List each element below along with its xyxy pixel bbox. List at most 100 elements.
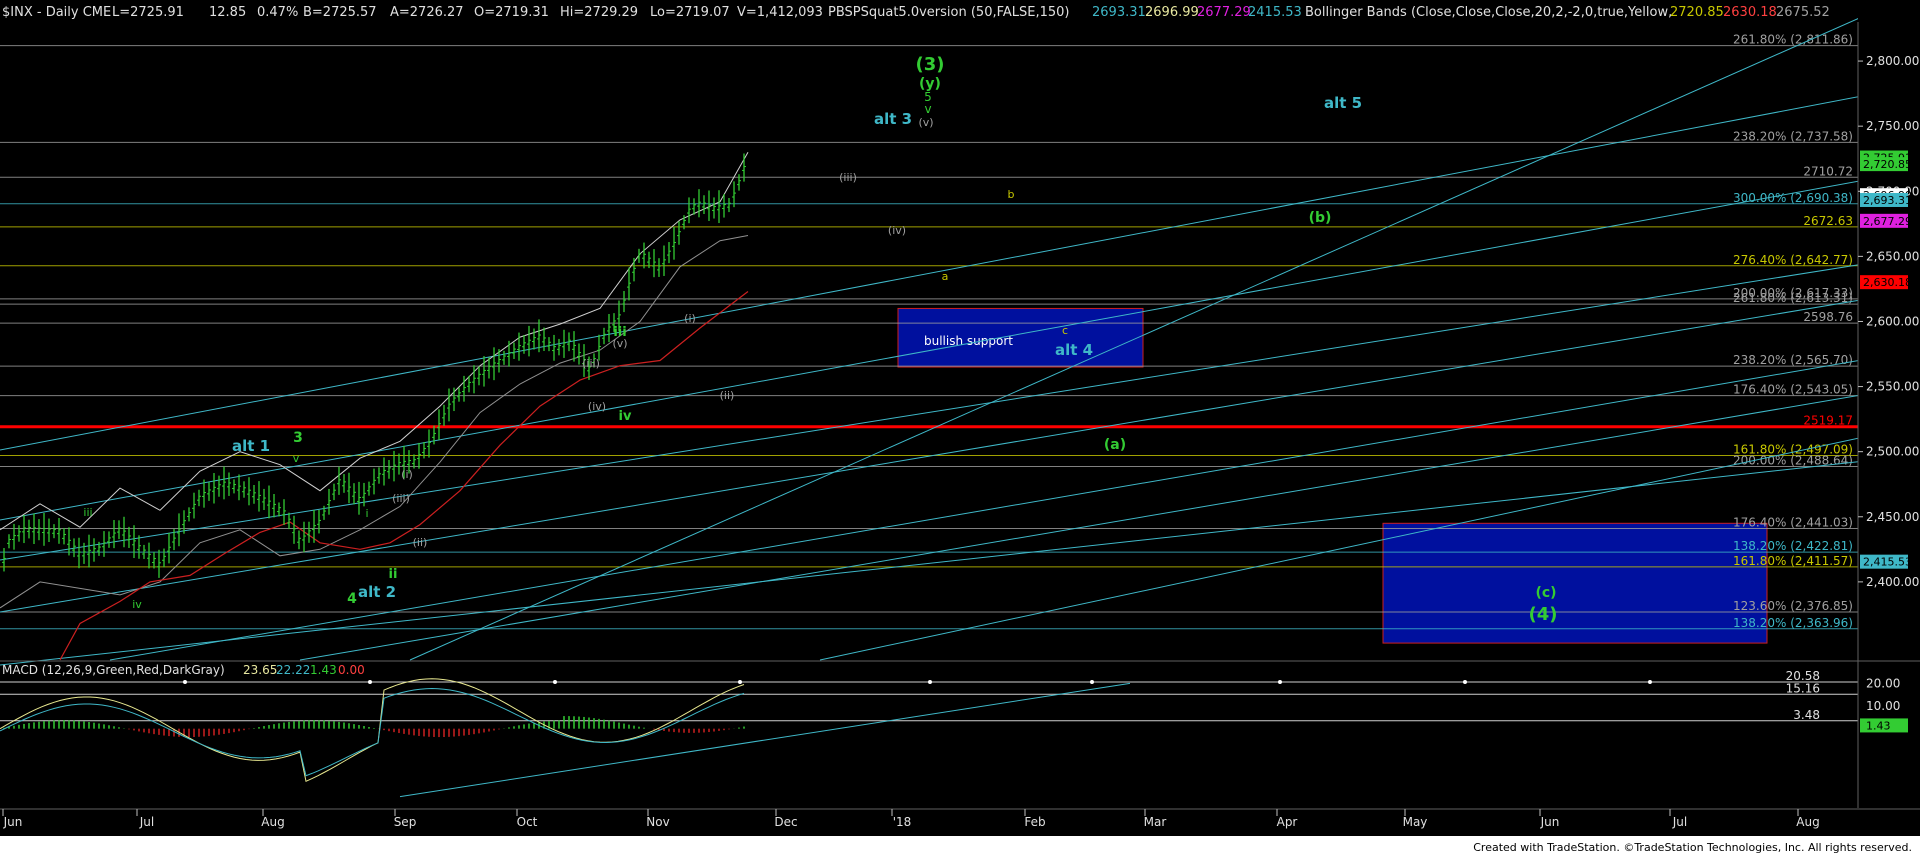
bb-label: Bollinger Bands (Close,Close,Close,20,2,… [1305, 5, 1672, 20]
macd-level-label: 3.48 [1793, 708, 1820, 722]
fib-level-label: 2672.63 [1803, 214, 1853, 228]
price-tag-label: 2,677.29 [1863, 215, 1912, 228]
fib-level-label: 238.20% (2,737.58) [1733, 129, 1853, 143]
wave-label: alt 5 [1324, 94, 1362, 112]
ask: A=2726.27 [390, 5, 464, 20]
wave-label: ii [389, 567, 398, 582]
last-price: L=2725.91 [112, 5, 184, 20]
price-tag-label: 2,630.18 [1863, 276, 1912, 289]
wave-label: 3 [293, 430, 303, 446]
wave-label: (i) [684, 312, 696, 325]
x-tick-label: Sep [394, 815, 417, 829]
zone-label: bullish support [924, 334, 1013, 348]
macd-label: MACD (12,26,9,Green,Red,DarkGray) [2, 663, 225, 677]
x-tick-label: Aug [1796, 815, 1819, 829]
wave-label: v [924, 102, 931, 116]
x-tick-label: Apr [1277, 815, 1298, 829]
x-tick-label: Jul [1672, 815, 1687, 829]
fib-level-label: 276.40% (2,642.77) [1733, 253, 1853, 267]
macd-level-label: 15.16 [1786, 681, 1820, 695]
price-tag-label: 2,415.53 [1863, 556, 1912, 569]
macd-marker [928, 680, 932, 685]
wave-label: iii [83, 506, 92, 519]
wave-label: iv [619, 409, 632, 424]
wave-label: (iii) [582, 357, 600, 370]
wave-label: (iv) [888, 224, 906, 237]
macd-tag-label: 1.43 [1866, 719, 1891, 732]
high: Hi=2729.29 [560, 5, 638, 20]
wave-label: 4 [347, 591, 357, 607]
macd-marker [1090, 680, 1094, 685]
study-label: PBSPSquat5.0version (50,FALSE,150) [828, 5, 1070, 20]
macd-marker [553, 680, 557, 685]
y-tick-label: 2,500.00 [1866, 445, 1919, 459]
fib-level-label: 2519.17 [1803, 414, 1853, 428]
wave-label: (iii) [839, 171, 857, 184]
x-tick-label: Aug [261, 815, 284, 829]
macd-marker [368, 680, 372, 685]
x-tick-label: May [1403, 815, 1428, 829]
fib-level-label: 176.40% (2,441.03) [1733, 515, 1853, 529]
bb-val-1: 2720.85 [1670, 5, 1724, 20]
fib-level-label: 176.40% (2,543.05) [1733, 383, 1853, 397]
wave-label: (i) [401, 468, 413, 481]
fib-level-label: 261.80% (2,613.31) [1733, 291, 1853, 305]
wave-label: (v) [918, 116, 933, 129]
symbol: $INX - Daily CME [2, 5, 111, 20]
y-tick-label: 2,450.00 [1866, 510, 1919, 524]
fib-level-label: 138.20% (2,422.81) [1733, 539, 1853, 553]
macd-tick-label: 20.00 [1866, 676, 1900, 690]
macd-val-2: 22.22 [276, 663, 310, 677]
y-tick-label: 2,650.00 [1866, 249, 1919, 263]
price-tag-label: 2,693.31 [1863, 194, 1912, 207]
wave-label: (iv) [588, 400, 606, 413]
macd-val-4: 0.00 [338, 663, 365, 677]
change: 12.85 [209, 5, 246, 20]
wave-label: alt 2 [358, 583, 396, 601]
fib-level-label: 200.00% (2,488.64) [1733, 453, 1853, 467]
price-tag-label: 2,720.85 [1863, 158, 1912, 171]
fib-level-label: 2598.76 [1803, 310, 1853, 324]
y-tick-label: 2,800.00 [1866, 54, 1919, 68]
x-tick-label: Jun [1540, 815, 1560, 829]
y-tick-label: 2,750.00 [1866, 119, 1919, 133]
x-tick-label: Feb [1024, 815, 1045, 829]
y-tick-label: 2,600.00 [1866, 314, 1919, 328]
macd-marker [1278, 680, 1282, 685]
y-tick-label: 2,400.00 [1866, 575, 1919, 589]
fib-level-label: 2710.72 [1803, 164, 1853, 178]
chart-canvas: bullish support 261.80% (2,811.86) 238.20%… [0, 0, 1920, 856]
x-tick-label: Dec [774, 815, 797, 829]
wave-label: (v) [612, 337, 627, 350]
bid: B=2725.57 [303, 5, 377, 20]
wave-label: (iii) [392, 492, 410, 505]
wave-label: (b) [1309, 210, 1332, 226]
zone-box [1382, 522, 1768, 644]
macd-val-1: 23.65 [243, 663, 277, 677]
wave-label: a [942, 270, 949, 283]
wave-label: (3) [916, 54, 945, 75]
macd-marker [738, 680, 742, 685]
y-tick-label: 2,550.00 [1866, 380, 1919, 394]
x-tick-label: Jul [139, 815, 154, 829]
open: O=2719.31 [474, 5, 549, 20]
x-tick-label: Jun [3, 815, 23, 829]
study-val-3: 2677.29 [1197, 5, 1251, 20]
x-tick-label: Oct [517, 815, 538, 829]
macd-marker [1648, 680, 1652, 685]
macd-val-3: 1.43 [310, 663, 337, 677]
x-tick-label: Nov [646, 815, 669, 829]
wave-label: (ii) [720, 389, 735, 402]
wave-label: iv [132, 598, 142, 611]
macd-tick-label: 10.00 [1866, 699, 1900, 713]
fib-level-label: 123.60% (2,376.85) [1733, 599, 1853, 613]
macd-header: MACD (12,26,9,Green,Red,DarkGray) 23.65 … [2, 663, 365, 677]
volume: V=1,412,093 [737, 5, 823, 20]
study-val-4: 2415.53 [1248, 5, 1302, 20]
fib-level-label: 161.80% (2,411.57) [1733, 554, 1853, 568]
study-val-1: 2693.31 [1092, 5, 1146, 20]
change-pct: 0.47% [257, 5, 298, 20]
wave-label: alt 4 [1055, 341, 1093, 359]
wave-label: (a) [1104, 437, 1126, 453]
wave-label: (c) [1535, 585, 1556, 601]
